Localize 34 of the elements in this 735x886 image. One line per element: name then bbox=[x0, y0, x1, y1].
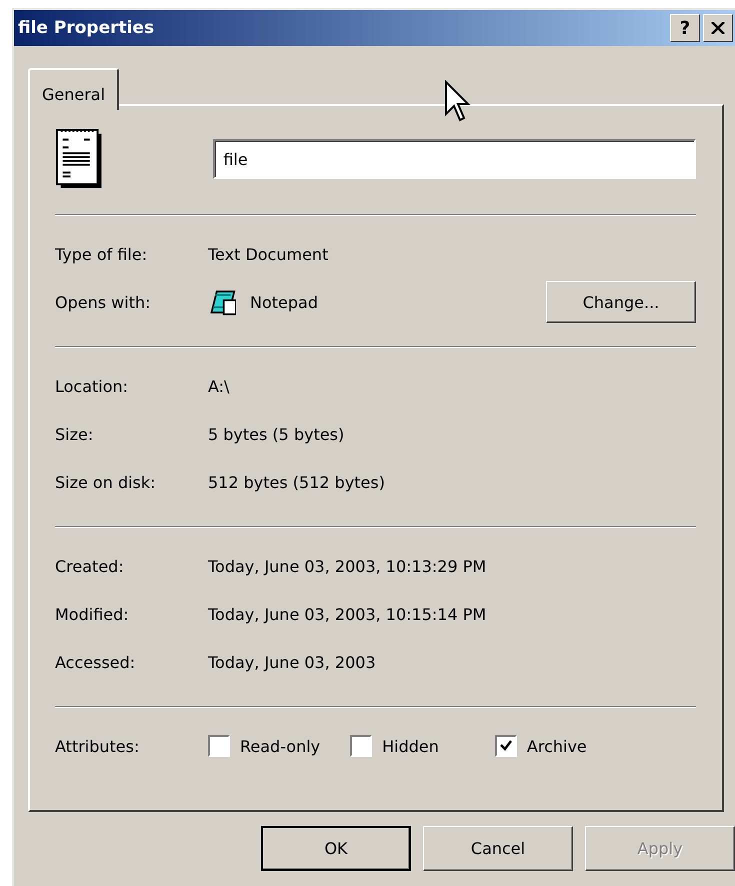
field-label: Location: bbox=[55, 376, 130, 396]
field-label: Size on disk: bbox=[55, 472, 157, 492]
field-label: Modified: bbox=[55, 604, 130, 624]
field-value: Today, June 03, 2003, 10:13:29 PM bbox=[208, 556, 486, 576]
field-value: Notepad bbox=[250, 292, 318, 312]
checkbox-label: Archive bbox=[526, 736, 587, 756]
field-value: 5 bytes (5 bytes) bbox=[208, 424, 344, 444]
dialog-button[interactable]: OK bbox=[261, 826, 411, 871]
field-label: Size: bbox=[55, 424, 94, 444]
window-title: file Properties bbox=[18, 18, 156, 38]
checkmark-icon bbox=[500, 740, 512, 752]
checkbox[interactable] bbox=[494, 735, 517, 757]
field-label: Opens with: bbox=[55, 292, 152, 312]
help-button[interactable]: ? bbox=[670, 14, 700, 42]
field-value: Today, June 03, 2003 bbox=[208, 652, 376, 672]
field-value: 512 bytes (512 bytes) bbox=[208, 472, 385, 492]
field-label: Created: bbox=[55, 556, 125, 576]
field-value: A:\ bbox=[208, 376, 230, 396]
notepad-icon bbox=[208, 288, 236, 316]
tab[interactable]: General bbox=[28, 68, 120, 110]
dialog-button[interactable]: Cancel bbox=[423, 826, 573, 871]
close-button[interactable] bbox=[703, 14, 733, 42]
field-value: Today, June 03, 2003, 10:15:14 PM bbox=[208, 604, 486, 624]
field-value: Text Document bbox=[208, 244, 328, 264]
field-label: Attributes: bbox=[55, 736, 140, 756]
checkbox-label: Read-only bbox=[240, 736, 320, 756]
name-field[interactable]: file bbox=[213, 139, 696, 179]
change-button[interactable]: Change... bbox=[546, 281, 696, 323]
checkbox-label: Hidden bbox=[382, 736, 439, 756]
checkbox[interactable] bbox=[350, 735, 372, 757]
field-label: Type of file: bbox=[55, 244, 148, 264]
field-label: Accessed: bbox=[55, 652, 136, 672]
checkbox[interactable] bbox=[208, 735, 230, 757]
close-icon bbox=[711, 22, 725, 34]
